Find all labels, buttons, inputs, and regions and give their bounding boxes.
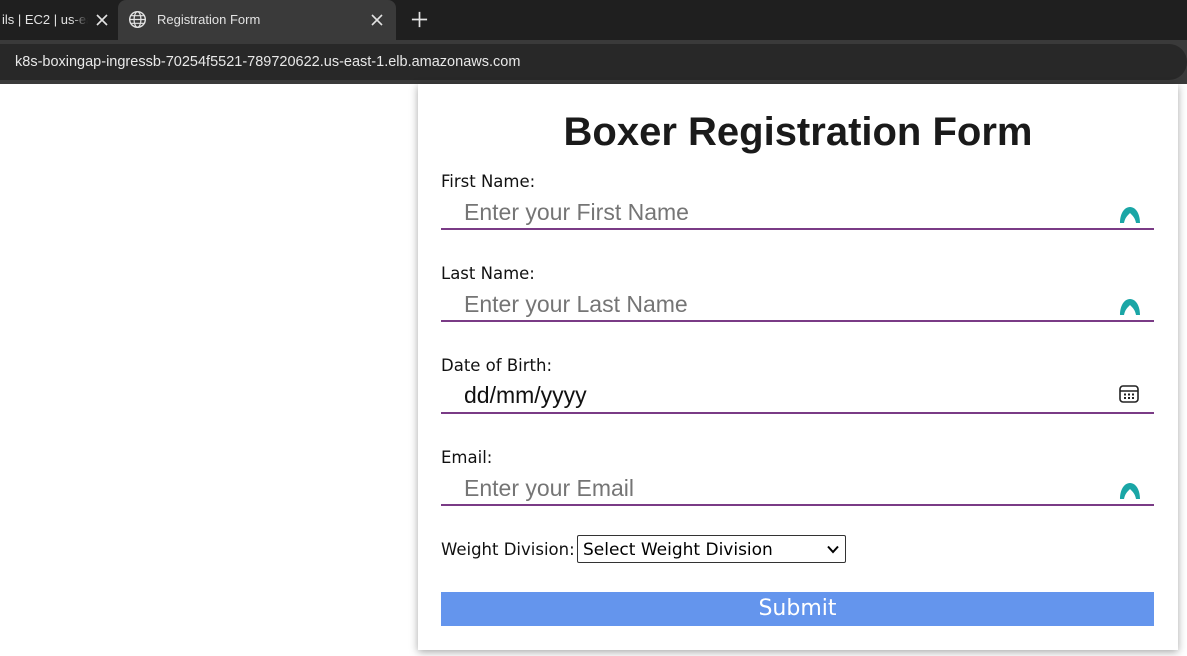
email-label: Email: — [441, 448, 493, 467]
password-manager-icon[interactable] — [1118, 202, 1142, 226]
password-manager-icon[interactable] — [1118, 294, 1142, 318]
first-name-field[interactable] — [441, 196, 1154, 230]
dob-input[interactable]: dd/mm/yyyy — [464, 382, 587, 409]
close-icon[interactable] — [370, 13, 384, 27]
browser-tab-bar: ils | EC2 | us-ea Registration Form — [0, 0, 1187, 40]
registration-form: Boxer Registration Form First Name: Last… — [418, 84, 1178, 650]
weight-division-selected: Select Weight Division — [583, 540, 773, 560]
new-tab-icon[interactable] — [410, 10, 429, 29]
tab-ec2[interactable]: ils | EC2 | us-ea — [0, 0, 118, 40]
last-name-label: Last Name: — [441, 264, 535, 283]
calendar-icon[interactable] — [1118, 383, 1140, 405]
last-name-field[interactable] — [441, 288, 1154, 322]
globe-icon — [128, 10, 147, 29]
form-title: Boxer Registration Form — [563, 110, 1033, 154]
omnibox[interactable]: k8s-boxingap-ingressb-70254f5521-7897206… — [0, 44, 1187, 80]
dob-label: Date of Birth: — [441, 356, 553, 375]
password-manager-icon[interactable] — [1118, 478, 1142, 502]
first-name-label: First Name: — [441, 172, 536, 191]
weight-division-select[interactable]: Select Weight Division — [577, 535, 846, 563]
dob-field[interactable]: dd/mm/yyyy — [441, 380, 1154, 414]
email-field[interactable] — [441, 472, 1154, 506]
page-content: Boxer Registration Form First Name: Last… — [0, 84, 1187, 656]
close-icon[interactable] — [95, 13, 109, 27]
chevron-down-icon — [827, 545, 839, 554]
tab-title: Registration Form — [157, 12, 261, 27]
url-text[interactable]: k8s-boxingap-ingressb-70254f5521-7897206… — [15, 54, 520, 70]
weight-division-label: Weight Division: — [441, 540, 575, 559]
first-name-input[interactable] — [441, 196, 1101, 228]
tab-title: ils | EC2 | us-ea — [2, 12, 88, 27]
browser-address-bar: k8s-boxingap-ingressb-70254f5521-7897206… — [0, 40, 1187, 84]
tab-registration-form[interactable]: Registration Form — [118, 0, 396, 40]
email-input[interactable] — [441, 472, 1101, 504]
last-name-input[interactable] — [441, 288, 1101, 320]
submit-button[interactable]: Submit — [441, 592, 1154, 626]
